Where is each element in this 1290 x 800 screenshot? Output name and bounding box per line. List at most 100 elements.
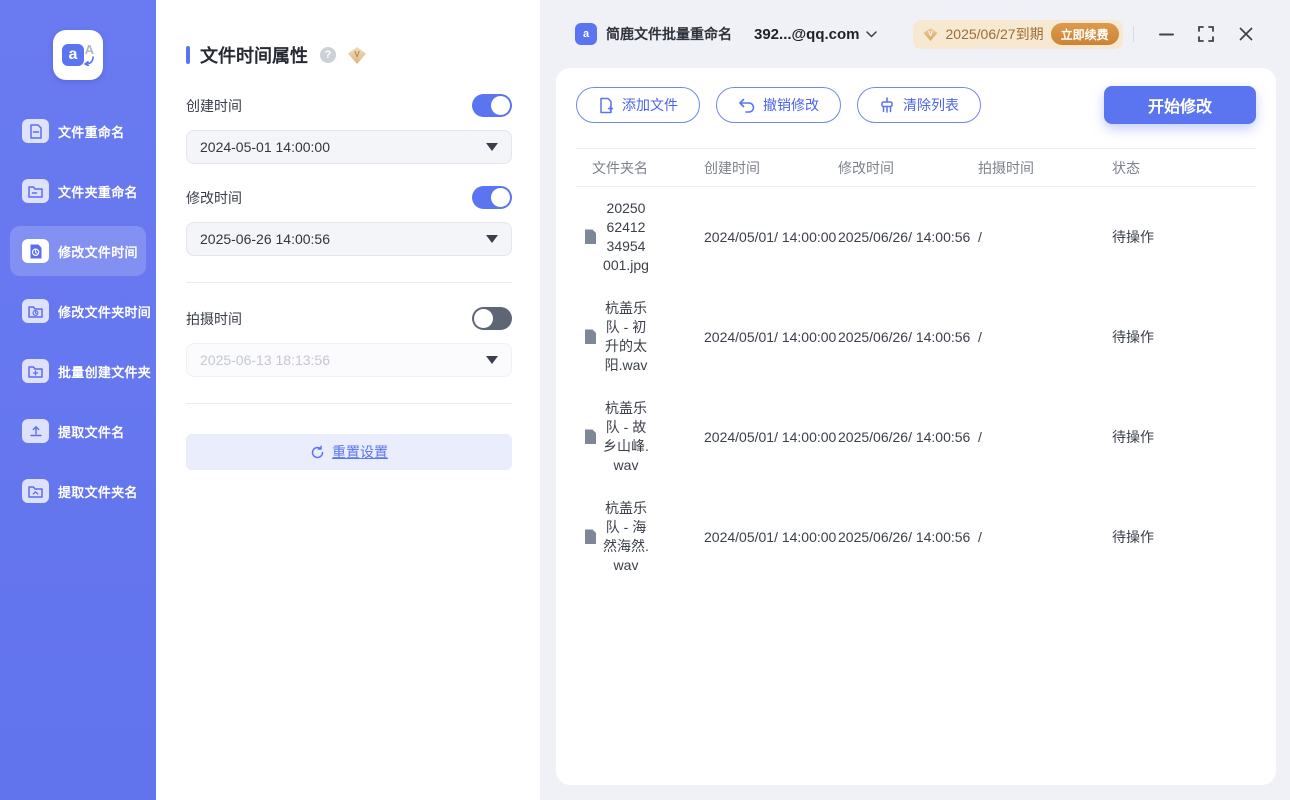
created-time: 2024/05/01/ 14:00:00 [704, 329, 836, 345]
svg-text:V: V [354, 50, 360, 59]
renew-button[interactable]: 立即续费 [1051, 23, 1119, 45]
shot-time: / [978, 528, 1112, 547]
modified-time: 2025/06/26/ 14:00:56 [838, 429, 970, 445]
sidebar-item-batch-create-folder[interactable]: 批量创建文件夹 [10, 346, 146, 396]
file-name: 杭盖乐队 - 初升的太阳.wav [603, 299, 649, 375]
sidebar-item-label: 修改文件夹时间 [58, 302, 151, 321]
undo-label: 撤销修改 [763, 95, 819, 115]
sidebar-item-file-rename[interactable]: 文件重命名 [10, 106, 146, 156]
table-row[interactable]: 202506241234954001.jpg 2024/05/01/ 14:00… [576, 187, 1256, 287]
column-header-status: 状态 [1112, 158, 1256, 178]
folder-plus-icon [22, 359, 49, 383]
app-window: a A 文件重命名 文件夹重命名 [0, 0, 1290, 800]
logo-letter-A: A [85, 42, 94, 57]
panel-title: 文件时间属性 [200, 42, 308, 68]
table-row[interactable]: 杭盖乐队 - 初升的太阳.wav 2024/05/01/ 14:00:00 20… [576, 287, 1256, 387]
toggle-created-time[interactable] [472, 94, 512, 117]
toggle-knob [491, 96, 510, 115]
file-export-icon [22, 419, 49, 443]
created-time: 2024/05/01/ 14:00:00 [704, 529, 836, 545]
reset-settings-button[interactable]: 重置设置 [186, 434, 512, 470]
clear-list-label: 清除列表 [903, 95, 959, 115]
shot-time: / [978, 328, 1112, 347]
file-table: 文件夹名 创建时间 修改时间 拍摄时间 状态 20250624123495400… [576, 148, 1256, 587]
column-header-created: 创建时间 [704, 158, 838, 178]
help-icon[interactable]: ? [320, 47, 336, 63]
minimize-button[interactable] [1156, 24, 1176, 44]
table-row[interactable]: 杭盖乐队 - 故乡山峰.wav 2024/05/01/ 14:00:00 202… [576, 387, 1256, 487]
sidebar-item-label: 文件重命名 [58, 122, 125, 141]
license-pill: V 2025/06/27到期 立即续费 [913, 20, 1123, 49]
clear-list-button[interactable]: 清除列表 [857, 87, 981, 123]
main-area: a 简鹿文件批量重命名 392...@qq.com V 2025/06/27到期… [540, 0, 1290, 800]
modified-time: 2025/06/26/ 14:00:56 [838, 229, 970, 245]
chevron-down-icon [486, 356, 498, 364]
shot-time-dropdown[interactable]: 2025-06-13 18:13:56 [186, 343, 512, 377]
field-label-modified: 修改时间 [186, 188, 242, 208]
column-header-shot: 拍摄时间 [978, 158, 1112, 178]
shot-time: / [978, 428, 1112, 447]
sidebar-item-label: 批量创建文件夹 [58, 362, 151, 381]
file-icon [584, 429, 597, 445]
field-label-created: 创建时间 [186, 96, 242, 116]
file-name: 202506241234954001.jpg [603, 199, 649, 275]
status: 待操作 [1112, 328, 1256, 347]
file-icon [584, 229, 597, 245]
file-plus-icon [598, 97, 614, 114]
sidebar-item-label: 修改文件时间 [58, 242, 138, 261]
settings-panel: 文件时间属性 ? V 创建时间 2024-05-01 14:00:00 修改时间… [156, 0, 540, 800]
created-time-dropdown[interactable]: 2024-05-01 14:00:00 [186, 130, 512, 164]
app-logo: a A [0, 30, 156, 80]
account-email: 392...@qq.com [754, 26, 860, 43]
folder-icon [22, 179, 49, 203]
chevron-down-icon [866, 31, 877, 38]
start-modify-button[interactable]: 开始修改 [1104, 86, 1256, 124]
file-icon [584, 329, 597, 345]
table-row[interactable]: 杭盖乐队 - 海然海然.wav 2024/05/01/ 14:00:00 202… [576, 487, 1256, 587]
modified-time: 2025/06/26/ 14:00:56 [838, 329, 970, 345]
modified-time: 2025/06/26/ 14:00:56 [838, 529, 970, 545]
toggle-knob [491, 188, 510, 207]
sidebar-nav: 文件重命名 文件夹重命名 修改文件时间 修改文件夹时间 [0, 106, 156, 526]
chevron-down-icon [486, 235, 498, 243]
maximize-button[interactable] [1196, 24, 1216, 44]
file-icon [584, 529, 597, 545]
vip-badge-icon: V [346, 46, 368, 65]
sidebar-item-modify-file-time[interactable]: 修改文件时间 [10, 226, 146, 276]
sidebar-item-folder-rename[interactable]: 文件夹重命名 [10, 166, 146, 216]
file-name: 杭盖乐队 - 海然海然.wav [603, 499, 649, 575]
file-name: 杭盖乐队 - 故乡山峰.wav [603, 399, 649, 475]
title-bar: a 简鹿文件批量重命名 392...@qq.com V 2025/06/27到期… [540, 0, 1290, 68]
sidebar: a A 文件重命名 文件夹重命名 [0, 0, 156, 800]
field-label-shot: 拍摄时间 [186, 309, 242, 329]
created-time-value: 2024-05-01 14:00:00 [200, 139, 330, 155]
sidebar-item-extract-folder-name[interactable]: 提取文件夹名 [10, 466, 146, 516]
license-expiry: 2025/06/27到期 [946, 24, 1044, 44]
close-button[interactable] [1236, 24, 1256, 44]
sidebar-item-extract-file-name[interactable]: 提取文件名 [10, 406, 146, 456]
logo-arrow-icon [83, 56, 95, 66]
undo-button[interactable]: 撤销修改 [716, 87, 841, 123]
status: 待操作 [1112, 428, 1256, 447]
sidebar-item-modify-folder-time[interactable]: 修改文件夹时间 [10, 286, 146, 336]
fullscreen-icon [1198, 26, 1214, 42]
vip-badge-icon: V [922, 27, 939, 42]
add-files-button[interactable]: 添加文件 [576, 87, 700, 123]
toggle-shot-time[interactable] [472, 307, 512, 330]
toggle-modified-time[interactable] [472, 186, 512, 209]
close-icon [1239, 27, 1253, 41]
account-menu[interactable]: 392...@qq.com [754, 26, 877, 43]
svg-text:V: V [928, 31, 933, 38]
table-header: 文件夹名 创建时间 修改时间 拍摄时间 状态 [576, 149, 1256, 187]
content-card: 添加文件 撤销修改 清除列表 开始修改 文件夹名 创建时间 修改时间 拍摄时间 [556, 68, 1276, 785]
rename-logo-icon: a A [53, 30, 103, 80]
app-title: 简鹿文件批量重命名 [606, 24, 732, 44]
column-header-name: 文件夹名 [576, 158, 704, 178]
refresh-icon [310, 445, 325, 460]
divider [186, 403, 512, 404]
modified-time-dropdown[interactable]: 2025-06-26 14:00:56 [186, 222, 512, 256]
broom-icon [879, 97, 895, 114]
sidebar-item-label: 文件夹重命名 [58, 182, 138, 201]
folder-clock-icon [22, 299, 49, 323]
created-time: 2024/05/01/ 14:00:00 [704, 229, 836, 245]
